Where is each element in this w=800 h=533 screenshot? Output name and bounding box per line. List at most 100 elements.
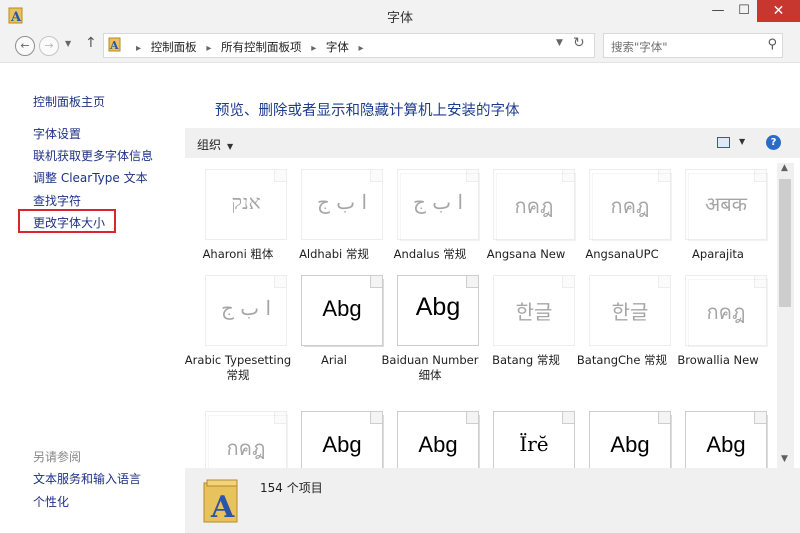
- breadcrumb-separator[interactable]: ▸: [130, 43, 147, 54]
- address-field[interactable]: A ▸ 控制面板 ▸ 所有控制面板项 ▸ 字体 ▸ ▼ ↻: [103, 33, 595, 58]
- font-name: Browallia New: [677, 353, 759, 367]
- font-preview: Ïrĕ: [493, 411, 575, 468]
- font-sample: אנק: [231, 190, 261, 214]
- font-preview: ا ب ج: [301, 169, 383, 240]
- font-preview: 한글: [589, 275, 671, 346]
- adjust-cleartype-link[interactable]: 调整 ClearType 文本: [33, 169, 148, 186]
- recent-locations-button[interactable]: ▼: [65, 39, 71, 48]
- scroll-down-icon[interactable]: ▼: [781, 454, 788, 464]
- font-preview: Abg: [301, 411, 383, 468]
- font-sample: กคฎ: [514, 194, 554, 218]
- font-preview: अबक: [685, 169, 767, 240]
- view-options-button[interactable]: ▼: [739, 137, 745, 146]
- text-services-link[interactable]: 文本服务和输入语言: [33, 470, 141, 487]
- breadcrumb-all-items[interactable]: 所有控制面板项: [221, 40, 302, 54]
- font-sample: ا ب ج: [316, 190, 367, 214]
- chevron-down-icon: ▼: [227, 142, 234, 151]
- font-tile[interactable]: กคฎ Browallia New: [670, 269, 768, 399]
- font-sample: Ïrĕ: [519, 432, 549, 456]
- font-sample: กคฎ: [706, 300, 746, 324]
- highlight-box: [18, 209, 116, 233]
- font-preview: Abg: [397, 275, 479, 346]
- font-preview: אנק: [205, 169, 287, 240]
- breadcrumb: ▸ 控制面板 ▸ 所有控制面板项 ▸ 字体 ▸: [130, 39, 370, 55]
- search-input[interactable]: 搜索"字体" ⚲: [603, 33, 783, 58]
- scrollbar-thumb[interactable]: [779, 179, 791, 307]
- left-pane: 控制面板主页 字体设置 联机获取更多字体信息 调整 ClearType 文本 查…: [0, 63, 185, 533]
- font-tile[interactable]: Abg Arial: [286, 269, 384, 399]
- control-panel-home-link[interactable]: 控制面板主页: [33, 93, 105, 110]
- font-preview: กคฎ: [589, 169, 671, 240]
- fonts-folder-icon: A: [203, 479, 238, 524]
- find-character-link[interactable]: 查找字符: [33, 192, 81, 209]
- minimize-button[interactable]: —: [705, 0, 731, 22]
- item-count: 154 个项目: [260, 481, 323, 495]
- font-sample: Abg: [706, 432, 746, 457]
- address-history-button[interactable]: ▼: [556, 38, 563, 48]
- font-sample: ا ب ج: [220, 296, 271, 320]
- font-preview: Abg: [301, 275, 383, 346]
- font-settings-link[interactable]: 字体设置: [33, 125, 81, 142]
- svg-text:A: A: [109, 39, 119, 52]
- up-button[interactable]: ↑: [85, 35, 97, 51]
- search-icon[interactable]: ⚲: [767, 37, 777, 52]
- breadcrumb-control-panel[interactable]: 控制面板: [151, 40, 197, 54]
- font-sample: ا ب ج: [412, 190, 463, 214]
- font-sample: 한글: [515, 300, 553, 324]
- font-tile[interactable]: Abg: [670, 405, 768, 468]
- breadcrumb-separator[interactable]: ▸: [353, 43, 370, 54]
- font-name: Aparajita: [692, 247, 744, 261]
- refresh-button[interactable]: ↻: [573, 35, 585, 51]
- font-tile[interactable]: 한글 BatangChe 常规: [574, 269, 671, 399]
- font-preview: กคฎ: [205, 411, 287, 468]
- navigation-bar: ← → ▼ ↑ A ▸ 控制面板 ▸ 所有控制面板项 ▸ 字体 ▸ ▼ ↻ 搜索…: [0, 30, 800, 63]
- font-tile[interactable]: Abg: [286, 405, 384, 468]
- see-also-heading: 另请参阅: [33, 450, 82, 464]
- arrow-left-icon: ←: [20, 39, 30, 52]
- breadcrumb-separator[interactable]: ▸: [200, 43, 217, 54]
- close-button[interactable]: ✕: [757, 0, 800, 22]
- command-bar: 组织 ▼ ▼ ?: [185, 128, 800, 158]
- font-tile[interactable]: 한글 Batang 常规: [478, 269, 575, 399]
- chevron-down-icon: ▼: [556, 38, 563, 48]
- content-pane: 预览、删除或者显示和隐藏计算机上安装的字体 组织 ▼ ▼ ? אנק Aharon…: [185, 63, 800, 533]
- fonts-folder-icon: A: [108, 37, 121, 52]
- chevron-down-icon: ▼: [739, 137, 746, 146]
- font-preview: Abg: [685, 411, 767, 468]
- font-preview: ا ب ج: [397, 169, 479, 240]
- vertical-scrollbar[interactable]: ▲ ▼: [777, 163, 794, 468]
- breadcrumb-fonts[interactable]: 字体: [326, 40, 349, 54]
- font-tile[interactable]: Abg: [382, 405, 480, 468]
- refresh-icon: ↻: [573, 35, 585, 51]
- svg-text:A: A: [210, 490, 235, 524]
- change-view-icon[interactable]: [717, 137, 730, 148]
- maximize-button[interactable]: ☐: [731, 0, 757, 22]
- get-font-info-online-link[interactable]: 联机获取更多字体信息: [33, 147, 153, 164]
- font-tile[interactable]: กคฎ: [190, 405, 288, 468]
- font-sample: अबक: [704, 192, 748, 216]
- font-preview: ا ب ج: [205, 275, 287, 346]
- arrow-up-icon: ↑: [85, 35, 97, 51]
- breadcrumb-separator[interactable]: ▸: [305, 43, 322, 54]
- title-bar: A 字体 — ☐ ✕: [0, 0, 800, 30]
- font-tile[interactable]: Abg Baiduan Number 细体: [382, 269, 479, 399]
- forward-button[interactable]: →: [39, 36, 59, 56]
- font-grid: אנק Aharoni 粗体 ا ب ج Aldhabi 常规 ا ب ج An…: [185, 163, 778, 468]
- arrow-right-icon: →: [44, 39, 54, 52]
- details-pane: A 154 个项目: [185, 468, 800, 533]
- scroll-up-icon[interactable]: ▲: [781, 163, 788, 173]
- font-sample: กคฎ: [226, 436, 266, 460]
- page-title: 预览、删除或者显示和隐藏计算机上安装的字体: [215, 103, 520, 119]
- font-tile[interactable]: ا ب ج Arabic Typesetting 常规: [185, 269, 291, 399]
- organize-button[interactable]: 组织 ▼: [197, 136, 233, 153]
- font-sample: กคฎ: [610, 194, 650, 218]
- font-sample: Abg: [322, 432, 362, 457]
- help-icon[interactable]: ?: [766, 135, 781, 150]
- chevron-down-icon: ▼: [65, 39, 72, 48]
- font-tile[interactable]: Abg: [574, 405, 672, 468]
- font-sample: Abg: [322, 296, 362, 321]
- personalization-link[interactable]: 个性化: [33, 493, 69, 510]
- font-tile[interactable]: Ïrĕ: [478, 405, 575, 468]
- font-sample: Abg: [418, 432, 458, 457]
- back-button[interactable]: ←: [15, 36, 35, 56]
